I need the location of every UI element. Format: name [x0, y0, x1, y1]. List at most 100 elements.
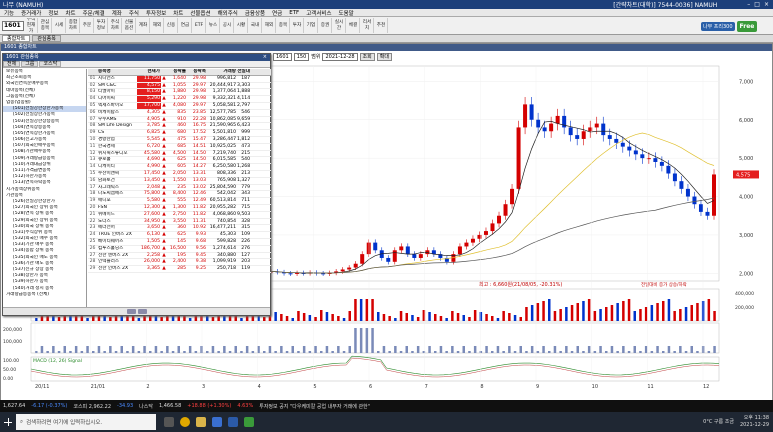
- toolbar-button-14[interactable]: 공시: [221, 18, 234, 33]
- table-header-cell[interactable]: 현재가: [137, 69, 161, 75]
- close-icon[interactable]: ×: [764, 1, 769, 8]
- toolbar-button-2[interactable]: 시세: [53, 18, 66, 33]
- table-row[interactable]: 01 지니언스 11,750 ▲ 1,640 29.98 996,812 187: [88, 75, 271, 83]
- watchlist-tab-all[interactable]: 전체: [3, 61, 21, 67]
- tab-watchlist[interactable]: 관심종목: [32, 35, 61, 42]
- menu-item-1[interactable]: 증거래가: [21, 9, 41, 17]
- toolbar-button-12[interactable]: ETF: [193, 18, 206, 33]
- toolbar-button-18[interactable]: 종목: [277, 18, 290, 33]
- menu-item-10[interactable]: 해외주식: [218, 9, 238, 17]
- pager-prev-icon[interactable]: [126, 309, 136, 314]
- watchlist-tab-group[interactable]: 그룹: [21, 61, 39, 67]
- toolbar-button-24[interactable]: 리서치: [361, 18, 374, 33]
- chrome-icon[interactable]: [180, 417, 190, 427]
- stock-code-input[interactable]: 1601: [2, 20, 24, 31]
- table-header-cell[interactable]: 등락폭: [187, 69, 207, 75]
- toolbar-button-19[interactable]: 투자: [291, 18, 304, 33]
- toolbar-button-21[interactable]: 증권: [319, 18, 332, 33]
- menu-item-12[interactable]: 연금: [272, 9, 282, 17]
- pager-next-icon[interactable]: [137, 309, 147, 314]
- table-row[interactable]: 06 비케이탑스 4,305 ▲ 835 23.85 12,577,785 546: [88, 110, 271, 117]
- toolbar-button-13[interactable]: 뉴스: [207, 18, 220, 33]
- volume2-bar: [97, 346, 101, 353]
- toolbar-button-15[interactable]: 시황: [235, 18, 248, 33]
- table-row[interactable]: 11 한국경제 6,720 ▲ 685 14.51 10,925,025 473: [88, 144, 271, 151]
- taskbar-search[interactable]: ⌕ 검색하려면 여기에 입력하십시오.: [16, 414, 156, 430]
- table-cell: 213: [241, 170, 250, 176]
- toolbar-button-7[interactable]: 선물옵션: [123, 18, 136, 33]
- task-view-icon[interactable]: [164, 417, 174, 427]
- table-row[interactable]: 20 FSN 12,300 ▲ 1,300 11.82 20,955,282 715: [88, 205, 271, 212]
- table-row[interactable]: 24 TRUE 인버스 2X 6,130 ▲ 625 9.93 45,303 109: [88, 232, 271, 239]
- toolbar-button-8[interactable]: 계좌: [137, 18, 150, 33]
- table-header-cell[interactable]: [88, 69, 97, 75]
- menu-item-14[interactable]: 고객서비스: [306, 9, 331, 17]
- menu-item-0[interactable]: 기능: [4, 9, 14, 17]
- toolbar-button-23[interactable]: 체결: [347, 18, 360, 33]
- chart-date-input[interactable]: 2021-12-28: [322, 52, 358, 61]
- toolbar-button-20[interactable]: 기업: [305, 18, 318, 33]
- clock[interactable]: 오후 11:38 2021-12-29: [740, 415, 769, 429]
- candle-body: [640, 154, 645, 159]
- toolbar-button-10[interactable]: 신용: [165, 18, 178, 33]
- toolbar-button-5[interactable]: 투자정보: [95, 18, 108, 33]
- minimize-icon[interactable]: –: [747, 1, 750, 8]
- table-header-cell[interactable]: 등락률: [167, 69, 187, 75]
- table-row[interactable]: 04 디어이씨 5,290 ▲ 1,220 29.98 9,332,321 4,114: [88, 96, 271, 103]
- chart-code-input[interactable]: 1601: [273, 52, 292, 61]
- toolbar-button-16[interactable]: 국내: [249, 18, 262, 33]
- toolbar-button-1[interactable]: 관심종목: [39, 18, 52, 33]
- table-header-cell[interactable]: 전일대: [237, 69, 251, 75]
- watchlist-tab-kosdaq[interactable]: 코스닥: [39, 61, 62, 67]
- chart-zoom-button[interactable]: 확대: [376, 52, 392, 61]
- toolbar-button-25[interactable]: 추천: [375, 18, 388, 33]
- table-row[interactable]: 09 CS 6,825 ▲ 680 17.52 5,501,810 999: [88, 130, 271, 137]
- toolbar-button-6[interactable]: 주식차트: [109, 18, 122, 33]
- table-header-cell[interactable]: 거래량: [207, 69, 237, 75]
- chart-period-input[interactable]: 150: [293, 52, 310, 61]
- menu-item-11[interactable]: 금융상품: [245, 9, 265, 17]
- menu-item-9[interactable]: 선물옵션: [190, 9, 210, 17]
- toolbar-button-9[interactable]: 해외: [151, 18, 164, 33]
- volume2-bar: [331, 351, 334, 353]
- table-row[interactable]: 19 애니포 5,580 ▲ 555 12.49 60,513,814 711: [88, 198, 271, 205]
- menu-item-4[interactable]: 주문/체결: [83, 9, 105, 17]
- start-button[interactable]: [0, 412, 16, 432]
- table-row[interactable]: 21 위메이드 27,600 ▲ 2,750 11.82 4,068,860 9,503: [88, 212, 271, 219]
- table-row[interactable]: 25 베이티쉐어즈 1,505 ▲ 145 9.68 599,828 226: [88, 239, 271, 246]
- table-row[interactable]: 26 컴투스홀딩스 186,700 ▲ 16,500 9.56 1,274,614 276: [88, 246, 271, 253]
- table-row[interactable]: 10 경방산업 5,545 ▲ 475 15.47 3,286,447 1,812: [88, 137, 271, 144]
- menu-item-8[interactable]: 차트: [173, 9, 183, 17]
- toolbar-button-3[interactable]: 종합차트: [67, 18, 80, 33]
- table-row[interactable]: 05 엑세스바이오 17,700 ▲ 4,080 29.97 5,058,581 2,797: [88, 102, 271, 110]
- table-row[interactable]: 15 수산이앤씨 17,450 ▲ 2,050 13.31 808,336 213: [88, 171, 271, 178]
- menu-item-3[interactable]: 차트: [66, 9, 76, 17]
- table-row[interactable]: 16 남화토건 13,450 ▲ 1,550 13.03 765,908 1,327: [88, 178, 271, 185]
- toolbar-button-0[interactable]: 주식현재가: [25, 18, 38, 33]
- table-row[interactable]: 29 선한 인버스 2X 3,365 ▲ 285 9.25 250,718 119: [88, 266, 271, 273]
- panel-close-icon[interactable]: ×: [263, 54, 270, 61]
- table-header-cell[interactable]: 종목명: [97, 69, 137, 75]
- volume2-bar: [428, 346, 431, 353]
- menu-item-13[interactable]: ETF: [289, 10, 299, 16]
- explorer-icon[interactable]: [196, 417, 206, 427]
- mail-icon[interactable]: [228, 417, 238, 427]
- store-icon[interactable]: [212, 417, 222, 427]
- menu-item-7[interactable]: 투자정보: [146, 9, 166, 17]
- menu-item-6[interactable]: 주식: [129, 9, 139, 17]
- toolbar-button-4[interactable]: 주문: [81, 18, 94, 33]
- tab-chart[interactable]: 종합차트: [2, 35, 31, 42]
- menu-item-2[interactable]: 정보: [48, 9, 58, 17]
- toolbar-button-11[interactable]: 연금: [179, 18, 192, 33]
- candle-body: [516, 127, 521, 189]
- menu-item-15[interactable]: 도움말: [339, 9, 354, 17]
- volume-bar: [137, 318, 141, 321]
- table-row[interactable]: 14 디케이티 4,990 ▲ 605 14.27 6,250,580 1,268: [88, 164, 271, 171]
- tree-item[interactable]: 거래량급등종목 (전체): [3, 292, 86, 298]
- toolbar-button-22[interactable]: 실시간: [333, 18, 346, 33]
- menu-item-5[interactable]: 계좌: [112, 9, 122, 17]
- maximize-icon[interactable]: □: [754, 1, 760, 8]
- chart-query-button[interactable]: 조회: [359, 52, 375, 61]
- namuh-app-icon[interactable]: [244, 417, 254, 427]
- toolbar-button-17[interactable]: 해외: [263, 18, 276, 33]
